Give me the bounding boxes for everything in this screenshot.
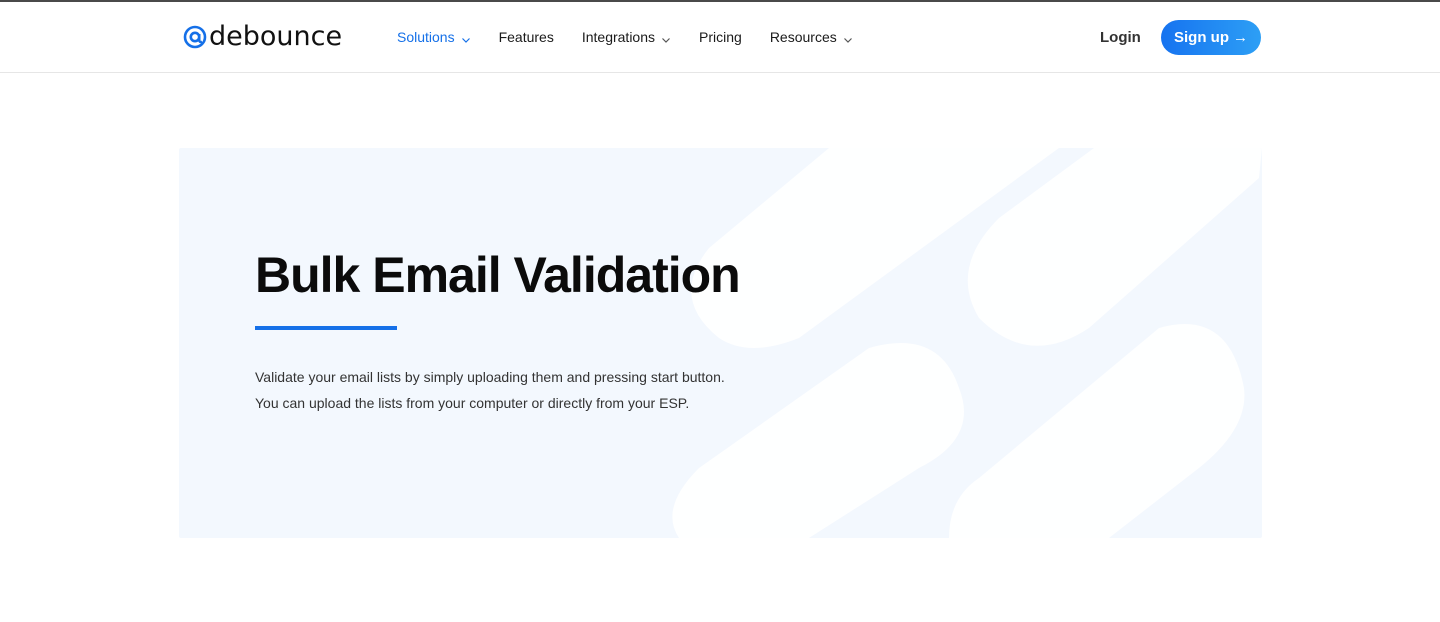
nav-item-label: Integrations xyxy=(581,29,656,45)
title-underline xyxy=(255,326,397,330)
signup-label: Sign up xyxy=(1174,29,1229,46)
nav-item-solutions[interactable]: Solutions xyxy=(397,29,471,45)
decorative-background-shapes xyxy=(672,148,1262,538)
hero-description: Validate your email lists by simply uplo… xyxy=(255,369,725,411)
nav-item-integrations[interactable]: Integrations xyxy=(582,29,671,45)
chevron-down-icon xyxy=(843,32,853,43)
nav-item-label: Features xyxy=(498,29,554,45)
at-sign-icon xyxy=(183,25,207,49)
hero-banner: Bulk Email Validation Validate your emai… xyxy=(179,148,1262,538)
arrow-right-icon: → xyxy=(1233,29,1248,46)
nav-item-pricing[interactable]: Pricing xyxy=(699,29,742,45)
logo-wordmark: debounce xyxy=(209,21,343,52)
signup-button[interactable]: Sign up → xyxy=(1161,20,1261,55)
chevron-down-icon xyxy=(461,32,471,43)
login-link[interactable]: Login xyxy=(1100,29,1141,46)
main-nav: Solutions Features Integrations Pricing … xyxy=(397,29,881,45)
page-title: Bulk Email Validation xyxy=(255,247,741,303)
site-header: debounce Solutions Features Integrations… xyxy=(0,2,1440,73)
nav-item-label: Solutions xyxy=(397,29,455,45)
nav-item-label: Pricing xyxy=(699,29,742,45)
nav-item-resources[interactable]: Resources xyxy=(770,29,853,45)
chevron-down-icon xyxy=(661,32,671,43)
debounce-logo[interactable]: debounce xyxy=(183,22,342,52)
nav-item-features[interactable]: Features xyxy=(499,29,554,45)
nav-item-label: Resources xyxy=(769,29,837,45)
